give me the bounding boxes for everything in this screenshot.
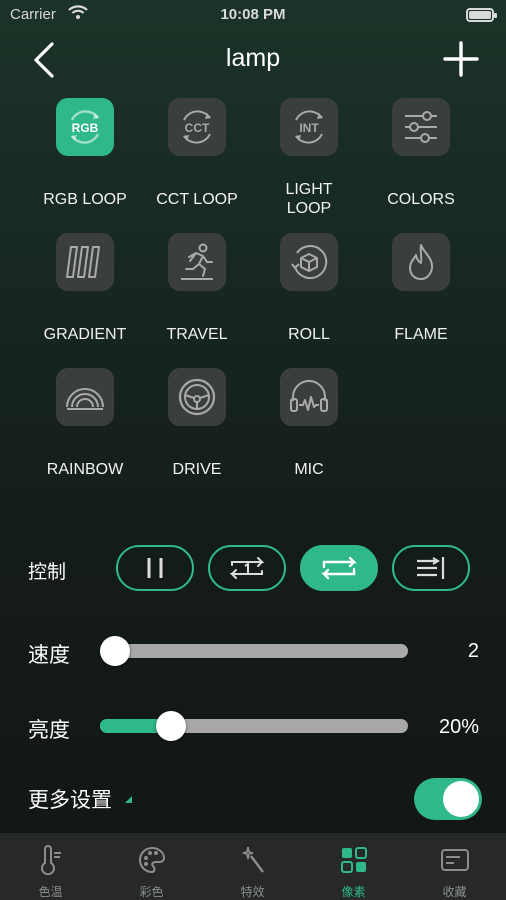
nav-header: lamp bbox=[0, 30, 506, 88]
repeat-one-icon bbox=[229, 557, 265, 579]
palette-icon bbox=[139, 846, 166, 874]
effect-roll[interactable]: ROLL bbox=[253, 233, 365, 343]
status-bar: Carrier 10:08 PM bbox=[0, 0, 506, 30]
battery-icon bbox=[466, 8, 497, 22]
effect-label: CCT LOOP bbox=[156, 191, 238, 208]
card-icon bbox=[441, 849, 469, 871]
effect-label: ROLL bbox=[288, 326, 330, 343]
effect-label: RAINBOW bbox=[46, 461, 124, 478]
page-title: lamp bbox=[225, 44, 281, 72]
more-settings-label[interactable]: 更多设置 bbox=[28, 784, 112, 814]
brightness-label: 亮度 bbox=[28, 719, 70, 742]
more-settings-toggle[interactable] bbox=[414, 778, 482, 820]
tab-favorites[interactable]: 收藏 bbox=[404, 833, 505, 900]
tab-pixel[interactable]: 像素 bbox=[303, 833, 404, 900]
gradient-bars-icon bbox=[56, 233, 114, 291]
effect-label: MIC bbox=[294, 461, 324, 478]
tab-effects[interactable]: 特效 bbox=[202, 833, 303, 900]
tab-color-temperature[interactable]: 色温 bbox=[0, 833, 101, 900]
effect-gradient[interactable]: GRADIENT bbox=[29, 233, 141, 343]
svg-text:RGB: RGB bbox=[72, 121, 99, 135]
toggle-knob bbox=[443, 781, 479, 817]
repeat-all-button[interactable] bbox=[300, 545, 378, 591]
plus-icon bbox=[443, 41, 479, 77]
tab-label: 彩色 bbox=[139, 885, 164, 899]
tab-color[interactable]: 彩色 bbox=[101, 833, 202, 900]
speed-value: 2 bbox=[467, 640, 479, 662]
tab-bar: 色温 彩色 特效 像素 收藏 bbox=[0, 833, 506, 900]
sequence-button[interactable] bbox=[392, 545, 470, 591]
cct-loop-icon: CCT bbox=[168, 98, 226, 156]
effect-label: COLORS bbox=[387, 191, 455, 208]
effect-mic[interactable]: MIC bbox=[253, 368, 365, 478]
effect-flame[interactable]: FLAME bbox=[365, 233, 477, 343]
brightness-slider-thumb[interactable] bbox=[155, 711, 186, 741]
effect-label: TRAVEL bbox=[166, 326, 228, 343]
effect-cct-loop[interactable]: CCT CCT LOOP bbox=[141, 98, 253, 208]
sliders-icon bbox=[392, 98, 450, 156]
flame-icon bbox=[392, 233, 450, 291]
pause-icon bbox=[147, 558, 163, 578]
effect-label: RGB LOOP bbox=[43, 191, 127, 208]
svg-text:CCT: CCT bbox=[185, 121, 210, 135]
headphones-mic-icon bbox=[280, 368, 338, 426]
speed-label: 速度 bbox=[28, 644, 70, 667]
rainbow-icon bbox=[56, 368, 114, 426]
steering-wheel-icon bbox=[168, 368, 226, 426]
effect-label: GRADIENT bbox=[43, 326, 127, 343]
int-loop-icon: INT bbox=[280, 98, 338, 156]
speed-slider-thumb[interactable] bbox=[100, 636, 131, 666]
thermometer-icon bbox=[41, 845, 61, 875]
effect-travel[interactable]: TRAVEL bbox=[141, 233, 253, 343]
grid-squares-icon bbox=[341, 847, 367, 873]
rgb-loop-icon: RGB bbox=[56, 98, 114, 156]
tab-label: 色温 bbox=[38, 885, 63, 899]
controls-label: 控制 bbox=[28, 562, 67, 583]
tab-label: 像素 bbox=[341, 885, 366, 899]
add-button[interactable] bbox=[442, 40, 480, 78]
svg-text:INT: INT bbox=[299, 121, 319, 135]
effect-rgb-loop[interactable]: RGB RGB LOOP bbox=[29, 98, 141, 208]
list-order-icon bbox=[417, 557, 445, 579]
effect-drive[interactable]: DRIVE bbox=[141, 368, 253, 478]
repeat-one-button[interactable] bbox=[208, 545, 286, 591]
effect-light-loop[interactable]: INT LIGHT LOOP bbox=[253, 98, 365, 217]
roll-cube-icon bbox=[280, 233, 338, 291]
magic-wand-icon bbox=[242, 846, 264, 873]
running-person-icon bbox=[168, 233, 226, 291]
tab-label: 收藏 bbox=[442, 885, 467, 899]
pause-button[interactable] bbox=[116, 545, 194, 591]
effect-colors[interactable]: COLORS bbox=[365, 98, 477, 208]
clock: 10:08 PM bbox=[220, 6, 286, 23]
expand-triangle-icon bbox=[125, 796, 132, 803]
effect-rainbow[interactable]: RAINBOW bbox=[29, 368, 141, 478]
repeat-icon bbox=[321, 556, 357, 580]
brightness-value: 20% bbox=[438, 716, 479, 738]
speed-slider[interactable] bbox=[100, 636, 408, 666]
effect-label: LIGHT LOOP bbox=[285, 181, 333, 217]
effect-label: FLAME bbox=[394, 326, 448, 343]
effect-label: DRIVE bbox=[172, 461, 222, 478]
tab-label: 特效 bbox=[240, 885, 265, 899]
brightness-slider[interactable] bbox=[100, 711, 408, 741]
